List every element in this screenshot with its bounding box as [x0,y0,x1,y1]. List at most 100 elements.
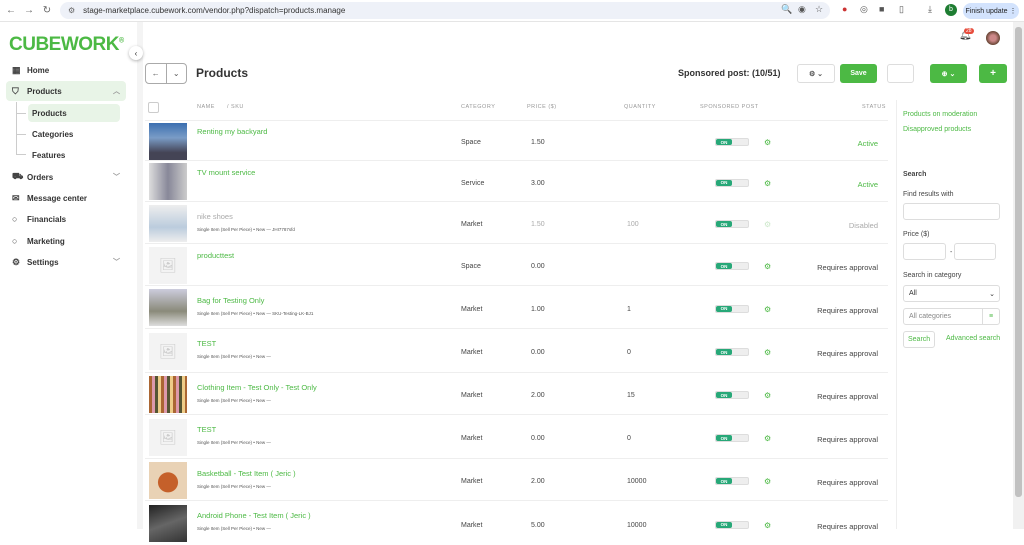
add-product-button[interactable]: + [979,64,1007,83]
advanced-search-link[interactable]: Advanced search [946,335,1000,342]
sidebar-subitem-products[interactable]: Products [28,104,120,122]
column-header-quantity[interactable]: QUANTITY [624,104,656,110]
puzzle-icon[interactable]: ▯ [899,4,904,15]
product-name-link[interactable]: Bag for Testing Only [197,296,264,305]
quantity-cell[interactable]: 10000 [627,522,646,529]
price-cell[interactable]: 2.00 [531,478,545,485]
select-all-checkbox[interactable] [148,102,159,113]
quantity-cell[interactable]: 15 [627,392,635,399]
extension-icon[interactable]: ● [842,4,847,14]
gear-icon[interactable]: ⚙ [764,521,771,530]
product-name-link[interactable]: TEST [197,339,216,348]
sponsored-toggle[interactable]: ON [715,178,749,187]
quantity-cell[interactable]: 1 [627,306,631,313]
save-button[interactable]: Save [840,64,877,83]
status-dropdown[interactable]: Disabled [849,221,878,230]
status-dropdown[interactable]: Active [858,180,878,189]
price-cell[interactable]: 3.00 [531,180,545,187]
scrollbar-thumb[interactable] [1015,27,1022,497]
bookmark-star-icon[interactable]: ☆ [815,4,823,15]
add-options-button[interactable]: ⊕ ⌄ [930,64,967,83]
column-header-sku[interactable]: / SKU [227,104,244,110]
products-on-moderation-link[interactable]: Products on moderation [903,111,977,118]
quantity-cell[interactable]: 0 [627,349,631,356]
sidebar-item-orders[interactable]: ⛟ Orders ﹀ [6,167,126,187]
column-header-category[interactable]: CATEGORY [461,104,495,110]
product-thumbnail[interactable] [149,375,187,413]
price-cell[interactable]: 0.00 [531,263,545,270]
eye-icon[interactable]: ◉ [798,4,806,15]
search-button[interactable]: Search [903,331,935,348]
status-dropdown[interactable]: Requires approval [817,392,878,401]
sidebar-subitem-categories[interactable]: Categories [28,125,120,143]
gear-icon[interactable]: ⚙ [764,262,771,271]
collapse-sidebar-button[interactable]: ‹ [129,46,143,60]
find-results-input[interactable] [903,203,1000,220]
list-icon[interactable]: ≡ [982,309,999,324]
dropdown-button[interactable]: ⌄ [167,64,187,83]
status-dropdown[interactable]: Active [858,139,878,148]
price-cell[interactable]: 1.50 [531,221,545,228]
column-header-name[interactable]: NAME [197,104,215,110]
forward-icon[interactable]: → [20,5,38,16]
product-name-link[interactable]: Renting my backyard [197,127,267,136]
sidebar-item-home[interactable]: ▦ Home [6,60,126,80]
price-max-input[interactable] [954,243,996,260]
site-info-icon[interactable]: ⚙ [68,6,75,15]
product-thumbnail[interactable] [149,289,187,326]
profile-avatar[interactable]: b [945,4,957,16]
product-thumbnail[interactable] [149,122,187,160]
product-thumbnail[interactable] [149,163,187,200]
sponsored-toggle[interactable]: ON [715,477,749,485]
status-dropdown[interactable]: Requires approval [817,435,878,444]
sponsored-toggle[interactable]: ON [715,348,749,356]
disapproved-products-link[interactable]: Disapproved products [903,126,971,133]
sponsored-toggle[interactable]: ON [715,138,749,146]
image-placeholder-icon[interactable]: 🖼︎ [149,332,187,370]
product-name-link[interactable]: TV mount service [197,168,255,177]
price-cell[interactable]: 0.00 [531,349,545,356]
gear-icon[interactable]: ⚙ [764,434,771,443]
quantity-cell[interactable]: 100 [627,221,639,228]
quantity-cell[interactable]: 10000 [627,478,646,485]
gear-icon[interactable]: ⚙ [764,305,771,314]
gear-icon[interactable]: ⚙ [764,348,771,357]
back-icon[interactable]: ← [2,5,20,16]
address-bar[interactable]: ⚙ stage-marketplace.cubework.com/vendor.p… [60,2,830,19]
image-placeholder-icon[interactable]: 🖼︎ [149,246,187,284]
finish-update-button[interactable]: Finish update ⋮ [963,3,1019,19]
blank-button[interactable] [887,64,914,83]
product-thumbnail[interactable] [149,505,187,542]
price-cell[interactable]: 1.00 [531,306,545,313]
price-cell[interactable]: 2.00 [531,392,545,399]
price-cell[interactable]: 0.00 [531,435,545,442]
sponsored-toggle[interactable]: ON [715,520,749,529]
status-dropdown[interactable]: Requires approval [817,349,878,358]
quantity-cell[interactable]: 0 [627,435,631,442]
status-dropdown[interactable]: Requires approval [817,522,878,531]
product-name-link[interactable]: Basketball - Test Item ( Jeric ) [197,469,296,478]
camera-icon[interactable]: ◎ [860,4,868,15]
product-name-link[interactable]: producttest [197,251,234,260]
product-thumbnail[interactable] [149,204,187,242]
user-avatar[interactable] [986,31,1000,45]
reload-icon[interactable]: ↻ [38,5,56,16]
zoom-icon[interactable]: 🔍 [781,4,792,15]
all-categories-picker[interactable]: All categories ≡ [903,308,1000,325]
gear-icon[interactable]: ⚙ [764,138,771,147]
price-min-input[interactable] [903,243,946,260]
column-header-status[interactable]: STATUS [862,104,886,110]
sponsored-toggle[interactable]: ON [715,304,749,313]
download-icon[interactable]: ⤓ [928,4,932,15]
product-name-link[interactable]: Android Phone - Test Item ( Jeric ) [197,511,311,520]
product-name-link[interactable]: nike shoes [197,212,233,221]
gear-icon[interactable]: ⚙ [764,220,771,229]
gear-icon[interactable]: ⚙ [764,391,771,400]
gear-icon[interactable]: ⚙ [764,477,771,486]
back-button[interactable]: ← [146,64,167,83]
sidebar-item-products[interactable]: ⛉ Products ︿ [6,81,126,101]
status-dropdown[interactable]: Requires approval [817,263,878,272]
cubework-logo[interactable]: CUBEWORK® [9,34,124,56]
settings-dropdown-button[interactable]: ⚙ ⌄ [797,64,835,83]
sponsored-toggle[interactable]: ON [715,220,749,228]
